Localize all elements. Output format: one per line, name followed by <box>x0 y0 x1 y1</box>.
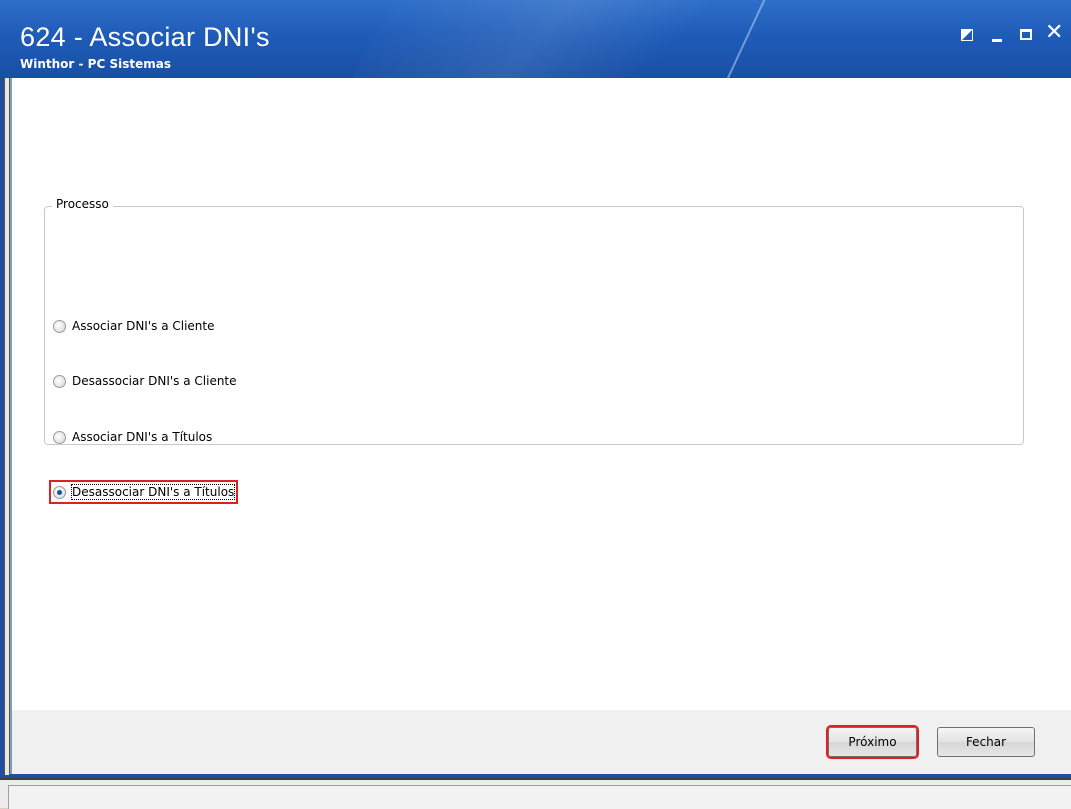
radio-label: Associar DNI's a Cliente <box>72 319 215 333</box>
next-button[interactable]: Próximo <box>826 725 919 759</box>
app-window: 624 - Associar DNI's Winthor - PC Sistem… <box>0 0 1071 809</box>
window-subtitle: Winthor - PC Sistemas <box>20 57 171 71</box>
next-button-label: Próximo <box>848 735 897 749</box>
status-bar <box>0 778 1071 809</box>
radio-button-selected[interactable] <box>53 485 66 499</box>
close-icon[interactable]: ✕ <box>1045 22 1063 44</box>
title-bar[interactable]: 624 - Associar DNI's Winthor - PC Sistem… <box>0 0 1071 78</box>
status-bar-panel <box>8 785 1071 809</box>
radio-button[interactable] <box>53 374 66 388</box>
button-bar: Próximo Fechar <box>12 710 1071 774</box>
radio-button[interactable] <box>53 319 66 333</box>
close-button-label: Fechar <box>965 735 1007 749</box>
close-button[interactable]: Fechar <box>937 727 1035 757</box>
radio-associar-titulos[interactable]: Associar DNI's a Títulos <box>53 427 212 447</box>
radio-label: Desassociar DNI's a Cliente <box>72 374 237 388</box>
radio-desassociar-cliente[interactable]: Desassociar DNI's a Cliente <box>53 371 237 391</box>
minimize-icon[interactable] <box>990 27 1006 43</box>
window-title: 624 - Associar DNI's <box>20 22 270 52</box>
process-group-label: Processo <box>52 197 113 211</box>
maximize-icon[interactable] <box>1019 27 1035 43</box>
radio-label: Desassociar DNI's a Títulos <box>70 484 236 500</box>
radio-label: Associar DNI's a Títulos <box>72 430 213 444</box>
radio-desassociar-titulos[interactable]: Desassociar DNI's a Títulos <box>49 480 239 504</box>
radio-button[interactable] <box>53 430 66 444</box>
radio-associar-cliente[interactable]: Associar DNI's a Cliente <box>53 316 215 336</box>
title-bar-decoration <box>332 0 828 78</box>
restore-icon[interactable] <box>960 27 976 43</box>
